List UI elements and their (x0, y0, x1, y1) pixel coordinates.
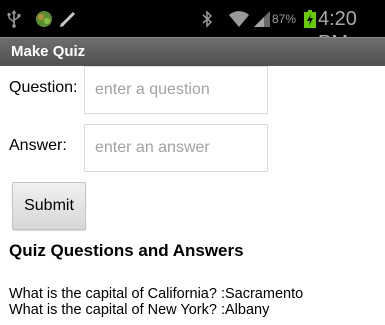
bluetooth-icon (200, 10, 214, 28)
list-item: What is the capital of New York? :Albany (9, 302, 270, 318)
signal-icon (253, 10, 271, 28)
pencil-icon (58, 10, 78, 28)
answer-input[interactable] (84, 124, 268, 172)
answer-label: Answer: (9, 137, 67, 154)
title-bar: Make Quiz (0, 37, 385, 66)
question-input[interactable] (84, 66, 268, 114)
android-icon (33, 10, 55, 28)
battery-charging-icon (304, 10, 316, 28)
wifi-icon (228, 10, 250, 28)
usb-icon (6, 10, 22, 28)
quiz-heading: Quiz Questions and Answers (9, 241, 244, 260)
status-bar: 87% 4:20 PM (0, 0, 385, 54)
battery-percentage: 87% (272, 12, 297, 26)
list-item: What is the capital of California? :Sacr… (9, 286, 304, 302)
app-title: Make Quiz (11, 43, 86, 60)
app-screen: 87% 4:20 PM Make Quiz Question: Answer: … (0, 0, 385, 325)
quiz-list: What is the capital of California? :Sacr… (9, 286, 379, 318)
submit-button[interactable]: Submit (12, 182, 86, 230)
question-label: Question: (9, 79, 78, 96)
